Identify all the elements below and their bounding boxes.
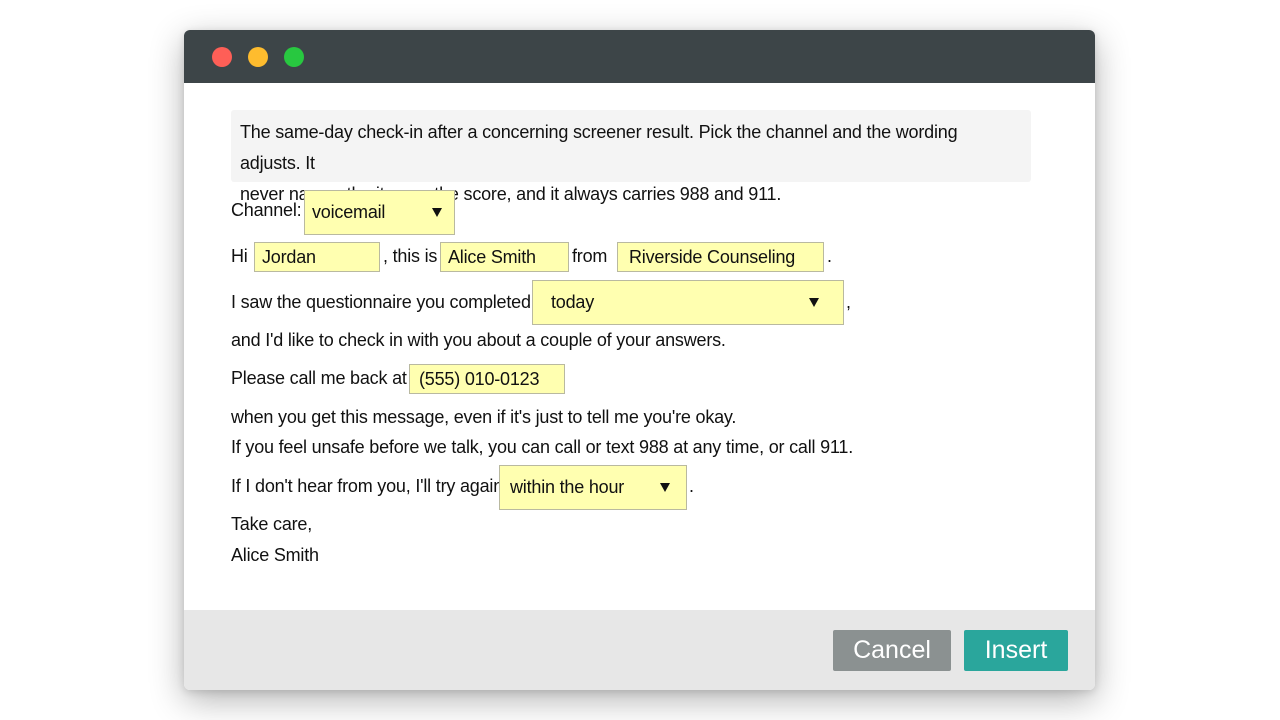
clinician-name-value: Alice Smith	[448, 246, 536, 267]
practice-name-value: Riverside Counseling	[629, 246, 796, 267]
callback-phone-value: (555) 010-0123	[419, 368, 540, 389]
practice-name-field[interactable]: Riverside Counseling	[617, 242, 824, 272]
insert-button[interactable]: Insert	[964, 630, 1068, 671]
client-name-field[interactable]: Jordan	[254, 242, 380, 272]
retry-period: .	[689, 476, 694, 496]
check-in-text: and I'd like to check in with you about …	[231, 330, 726, 350]
message-text: when you get this message, even if it's …	[231, 407, 737, 427]
dropdown-arrow-icon	[660, 482, 670, 492]
greeting-this-is: , this is	[383, 246, 438, 266]
channel-value: voicemail	[312, 202, 386, 222]
minimize-window-button[interactable]	[248, 47, 268, 67]
questionnaire-text: I saw the questionnaire you completed	[231, 292, 531, 312]
zoom-window-button[interactable]	[284, 47, 304, 67]
channel-label: Channel:	[231, 200, 302, 220]
template-editor: The same-day check-in after a concerning…	[184, 83, 1095, 610]
client-name-value: Jordan	[262, 246, 316, 267]
cancel-button[interactable]: Cancel	[833, 630, 951, 671]
callback-phone-field[interactable]: (555) 010-0123	[409, 364, 565, 394]
retry-when-value: within the hour	[510, 477, 625, 497]
dropdown-arrow-icon	[432, 207, 442, 217]
dropdown-arrow-icon	[809, 297, 819, 307]
questionnaire-when-select[interactable]: today	[532, 280, 844, 325]
close-window-button[interactable]	[212, 47, 232, 67]
greeting-period: .	[827, 246, 832, 266]
questionnaire-comma: ,	[846, 292, 851, 312]
dialog-window: The same-day check-in after a concerning…	[184, 30, 1095, 690]
retry-text: If I don't hear from you, I'll try again	[231, 476, 504, 496]
intro-note: The same-day check-in after a concerning…	[231, 110, 1031, 204]
closing-text: Take care,	[231, 514, 313, 534]
greeting-hi: Hi	[231, 246, 248, 266]
channel-select[interactable]: voicemail	[304, 190, 455, 235]
safety-text: If you feel unsafe before we talk, you c…	[231, 437, 854, 457]
intro-line-1: The same-day check-in after a concerning…	[240, 122, 958, 173]
callback-text: Please call me back at	[231, 368, 407, 388]
greeting-from: from	[572, 246, 608, 266]
questionnaire-when-value: today	[551, 292, 595, 312]
clinician-name-field[interactable]: Alice Smith	[440, 242, 569, 272]
signature-text: Alice Smith	[231, 545, 319, 565]
retry-when-select[interactable]: within the hour	[499, 465, 687, 510]
dialog-footer: Cancel Insert	[184, 610, 1095, 690]
title-bar	[184, 30, 1095, 83]
